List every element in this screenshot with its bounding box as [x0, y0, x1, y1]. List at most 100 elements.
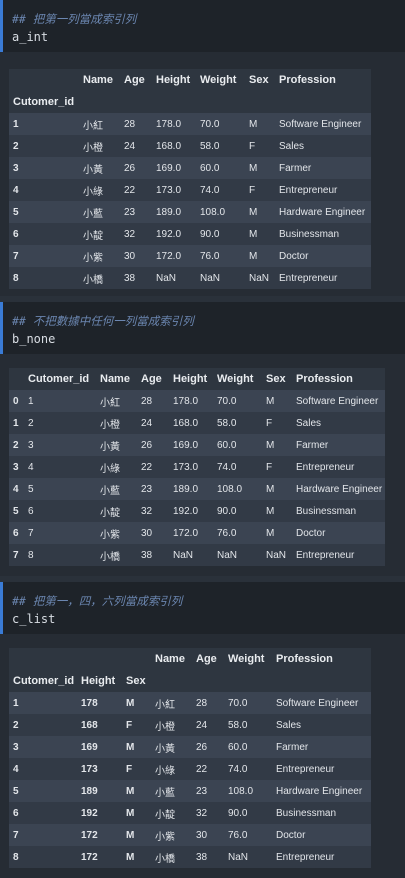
table-cell: 76.0 — [228, 824, 276, 846]
table-cell: 小黃 — [155, 736, 196, 758]
header-cell: Weight — [217, 368, 266, 390]
table-row: 6 192 M 小靛 32 90.0 Businessman — [9, 802, 371, 824]
table-row: 1 2 小橙 24 168.0 58.0 F Sales — [9, 412, 385, 434]
table-cell: 小橋 — [155, 846, 196, 868]
table-cell: 60.0 — [200, 157, 249, 179]
index-header-cell: Cutomer_id — [9, 91, 83, 113]
table-cell: 2 — [9, 714, 81, 736]
index-header-cell: Sex — [126, 670, 155, 692]
table-cell: 168 — [81, 714, 126, 736]
table-cell: 小黃 — [100, 434, 141, 456]
table-cell: 2 — [9, 135, 83, 157]
table-cell: 3 — [9, 157, 83, 179]
table-cell: 4 — [9, 758, 81, 780]
table-cell — [228, 670, 276, 692]
table-cell: 小紫 — [155, 824, 196, 846]
table-row: 2 小橙 24 168.0 58.0 F Sales — [9, 135, 371, 157]
header-cell: Sex — [266, 368, 296, 390]
table-cell: 178.0 — [156, 113, 200, 135]
code-cell-b[interactable]: ## 不把數據中任何一列當成索引列 b_none — [0, 302, 405, 354]
table-cell: 168.0 — [173, 412, 217, 434]
header-cell — [9, 368, 28, 390]
table-cell: NaN — [217, 544, 266, 566]
table-cell: 108.0 — [217, 478, 266, 500]
table-cell: 小靛 — [100, 500, 141, 522]
table-cell: 3 — [9, 456, 28, 478]
table-cell: Hardware Engineer — [279, 201, 371, 223]
table-cell: 189.0 — [156, 201, 200, 223]
table-cell: F — [266, 412, 296, 434]
table-cell: 22 — [141, 456, 173, 478]
table-cell: 173.0 — [173, 456, 217, 478]
table-cell: 173 — [81, 758, 126, 780]
header-cell: Profession — [296, 368, 385, 390]
table-row: 2 168 F 小橙 24 58.0 Sales — [9, 714, 371, 736]
table-cell: 108.0 — [200, 201, 249, 223]
table-cell: 小黃 — [83, 157, 124, 179]
code-cell-a[interactable]: ## 把第一列當成索引列 a_int — [0, 0, 405, 52]
table-cell: 5 — [9, 780, 81, 802]
table-row: 0 1 小紅 28 178.0 70.0 M Software Engineer — [9, 390, 385, 412]
table-row: 5 189 M 小藍 23 108.0 Hardware Engineer — [9, 780, 371, 802]
table-cell: 58.0 — [228, 714, 276, 736]
table-cell: 小藍 — [155, 780, 196, 802]
table-cell: 24 — [196, 714, 228, 736]
code-cell-c[interactable]: ## 把第一，四，六列當成索引列 c_list — [0, 582, 405, 634]
table-cell: 小紫 — [83, 245, 124, 267]
table-cell: NaN — [156, 267, 200, 289]
table-header-row: Cutomer_id Name Age Height Weight Sex Professi… — [9, 368, 385, 390]
table-cell: Entrepreneur — [279, 179, 371, 201]
table-cell: 30 — [141, 522, 173, 544]
table-cell: 3 — [9, 736, 81, 758]
table-cell: Entrepreneur — [279, 267, 371, 289]
table-cell: Software Engineer — [279, 113, 371, 135]
table-cell: NaN — [249, 267, 279, 289]
table-cell — [196, 670, 228, 692]
table-cell: 1 — [9, 113, 83, 135]
table-cell: 8 — [9, 267, 83, 289]
table-cell: 76.0 — [200, 245, 249, 267]
table-row: 5 小藍 23 189.0 108.0 M Hardware Engineer — [9, 201, 371, 223]
table-cell: 192.0 — [156, 223, 200, 245]
header-cell: Height — [173, 368, 217, 390]
table-row: 7 8 小橋 38 NaN NaN NaN Entrepreneur — [9, 544, 385, 566]
table-cell: Entrepreneur — [276, 758, 371, 780]
table-cell: Doctor — [279, 245, 371, 267]
table-row: 8 小橋 38 NaN NaN NaN Entrepreneur — [9, 267, 371, 289]
table-cell: M — [249, 157, 279, 179]
table-cell: 172 — [81, 846, 126, 868]
table-cell: 小綠 — [155, 758, 196, 780]
header-cell — [126, 648, 155, 670]
table-cell: Software Engineer — [276, 692, 371, 714]
index-header-cell: Cutomer_id — [9, 670, 81, 692]
table-cell: 90.0 — [217, 500, 266, 522]
table-cell: F — [126, 714, 155, 736]
header-cell: Sex — [249, 69, 279, 91]
table-cell: 32 — [124, 223, 156, 245]
table-cell: 108.0 — [228, 780, 276, 802]
table-cell: 7 — [28, 522, 100, 544]
table-cell: 26 — [141, 434, 173, 456]
table-cell: NaN — [266, 544, 296, 566]
table-row: 2 3 小黃 26 169.0 60.0 M Farmer — [9, 434, 385, 456]
table-cell: 178.0 — [173, 390, 217, 412]
table-cell: 4 — [9, 478, 28, 500]
table-cell: Sales — [279, 135, 371, 157]
table-cell: Farmer — [276, 736, 371, 758]
table-cell: 70.0 — [228, 692, 276, 714]
table-cell: 189.0 — [173, 478, 217, 500]
table-cell: Sales — [296, 412, 385, 434]
header-cell: Name — [83, 69, 124, 91]
table-cell: 2 — [28, 412, 100, 434]
table-cell: 4 — [28, 456, 100, 478]
header-cell: Profession — [279, 69, 371, 91]
table-cell: Sales — [276, 714, 371, 736]
table-cell: 70.0 — [200, 113, 249, 135]
table-cell: Doctor — [296, 522, 385, 544]
header-cell: Weight — [228, 648, 276, 670]
header-cell: Age — [196, 648, 228, 670]
header-cell: Age — [141, 368, 173, 390]
table-cell: 小橋 — [100, 544, 141, 566]
dataframe-body-a: 1 小紅 28 178.0 70.0 M Software Engineer 2 小橙 24 168… — [9, 113, 371, 289]
table-cell: 小紅 — [100, 390, 141, 412]
